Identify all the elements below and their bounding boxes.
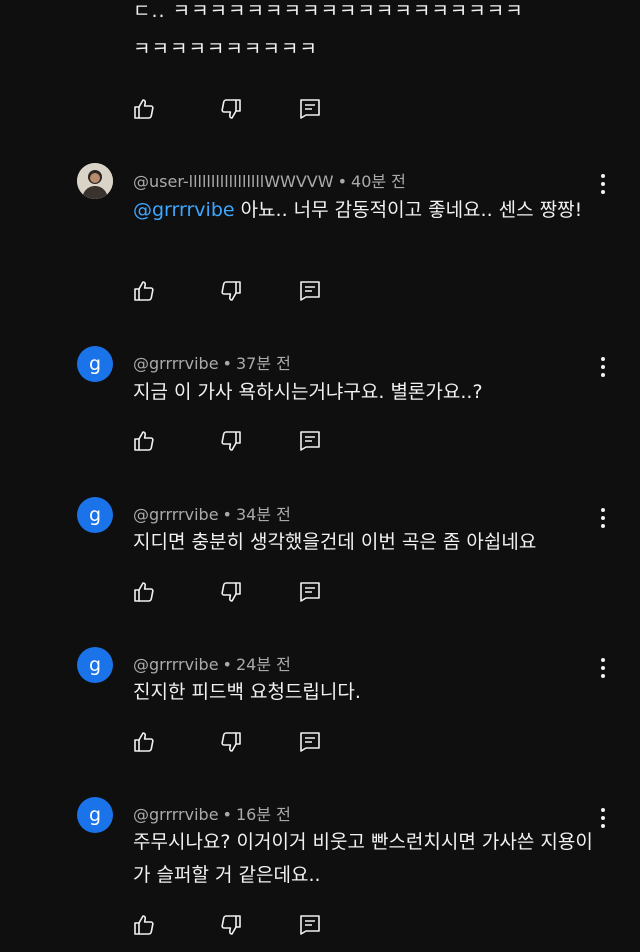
like-button[interactable] [131,729,157,755]
avatar[interactable]: g [77,797,113,833]
dislike-button[interactable] [218,278,244,304]
more-dot [601,365,605,369]
reply-icon [300,281,320,301]
author-name[interactable]: @grrrrvibe [133,505,219,524]
like-button[interactable] [131,96,157,122]
reply-button[interactable] [297,96,323,122]
like-button[interactable] [131,278,157,304]
more-dot [601,524,605,528]
mention-link[interactable]: @grrrrvibe [133,199,235,221]
separator: • [337,172,348,191]
thumbs-down-icon [221,431,241,451]
thumbs-up-icon [134,732,154,752]
more-options-button[interactable] [593,805,613,831]
reply-icon [300,99,320,119]
timestamp: 37분 전 [235,354,291,373]
avatar[interactable]: g [77,647,113,683]
more-dot [601,516,605,520]
comment-text: ㄷ.. ㅋㅋㅋㅋㅋㅋㅋㅋㅋㅋㅋㅋㅋㅋㅋㅋㅋㅋㅋ ㅋㅋㅋㅋㅋㅋㅋㅋㅋㅋ [133,0,524,60]
like-button[interactable] [131,579,157,605]
more-dot [601,824,605,828]
reply-button[interactable] [297,428,323,454]
thumbs-up-icon [134,915,154,935]
comment-meta: @user-lllllllllllllllllWWVVW • 40분 전 [133,168,406,192]
reply-icon [300,431,320,451]
timestamp: 16분 전 [235,805,291,824]
more-vert-icon [601,808,605,812]
comment-meta: @grrrrvibe • 24분 전 [133,651,291,675]
thumbs-down-icon [221,915,241,935]
more-vert-icon [601,174,605,178]
comment-meta: @grrrrvibe • 34분 전 [133,501,291,525]
dislike-button[interactable] [218,912,244,938]
dislike-button[interactable] [218,579,244,605]
comment-meta: @grrrrvibe • 37분 전 [133,350,291,374]
avatar[interactable]: g [77,497,113,533]
comment-body: 지디면 충분히 생각했을건데 이번 곡은 좀 아쉽네요 [133,531,537,553]
reply-button[interactable] [297,278,323,304]
thumbs-up-icon [134,99,154,119]
timestamp: 34분 전 [235,505,291,524]
avatar[interactable] [77,163,113,199]
thumbs-down-icon [221,732,241,752]
thumbs-up-icon [134,431,154,451]
timestamp: 24분 전 [235,655,291,674]
thumbs-up-icon [134,281,154,301]
more-options-button[interactable] [593,505,613,531]
like-button[interactable] [131,428,157,454]
comment-body: 주무시나요? 이거이거 비웃고 빤스런치시면 가사쓴 지용이가 슬퍼할 거 같은… [133,831,593,886]
author-name[interactable]: @grrrrvibe [133,354,219,373]
more-dot [601,373,605,377]
separator: • [222,354,232,373]
thumbs-up-icon [134,582,154,602]
author-name[interactable]: @user-lllllllllllllllllWWVVW [133,172,334,191]
thumbs-down-icon [221,582,241,602]
separator: • [222,505,232,524]
reply-button[interactable] [297,729,323,755]
more-options-button[interactable] [593,171,613,197]
reply-button[interactable] [297,912,323,938]
more-options-button[interactable] [593,655,613,681]
dislike-button[interactable] [218,428,244,454]
separator: • [222,655,232,674]
more-dot [601,816,605,820]
comment-meta: @grrrrvibe • 16분 전 [133,801,291,825]
dislike-button[interactable] [218,96,244,122]
avatar[interactable]: g [77,346,113,382]
like-button[interactable] [131,912,157,938]
thumbs-down-icon [221,99,241,119]
more-dot [601,182,605,186]
author-name[interactable]: @grrrrvibe [133,805,219,824]
reply-icon [300,732,320,752]
more-vert-icon [601,508,605,512]
comment-body: 지금 이 가사 욕하시는거냐구요. 별론가요..? [133,381,483,403]
more-options-button[interactable] [593,354,613,380]
more-dot [601,674,605,678]
comment-partial: ㄷ.. ㅋㅋㅋㅋㅋㅋㅋㅋㅋㅋㅋㅋㅋㅋㅋㅋㅋㅋㅋ ㅋㅋㅋㅋㅋㅋㅋㅋㅋㅋ [0,0,640,150]
more-vert-icon [601,357,605,361]
more-vert-icon [601,658,605,662]
more-dot [601,666,605,670]
comment-text: @grrrrvibe 아뇨.. 너무 감동적이고 좋네요.. 센스 짱짱! [133,194,593,227]
comment-body: 진지한 피드백 요청드립니다. [133,681,361,703]
dislike-button[interactable] [218,729,244,755]
reply-icon [300,915,320,935]
user-photo-icon [77,163,113,199]
thumbs-down-icon [221,281,241,301]
timestamp: 40분 전 [351,172,406,191]
more-dot [601,190,605,194]
separator: • [222,805,232,824]
author-name[interactable]: @grrrrvibe [133,655,219,674]
reply-button[interactable] [297,579,323,605]
reply-icon [300,582,320,602]
comment-body: 아뇨.. 너무 감동적이고 좋네요.. 센스 짱짱! [240,199,583,221]
